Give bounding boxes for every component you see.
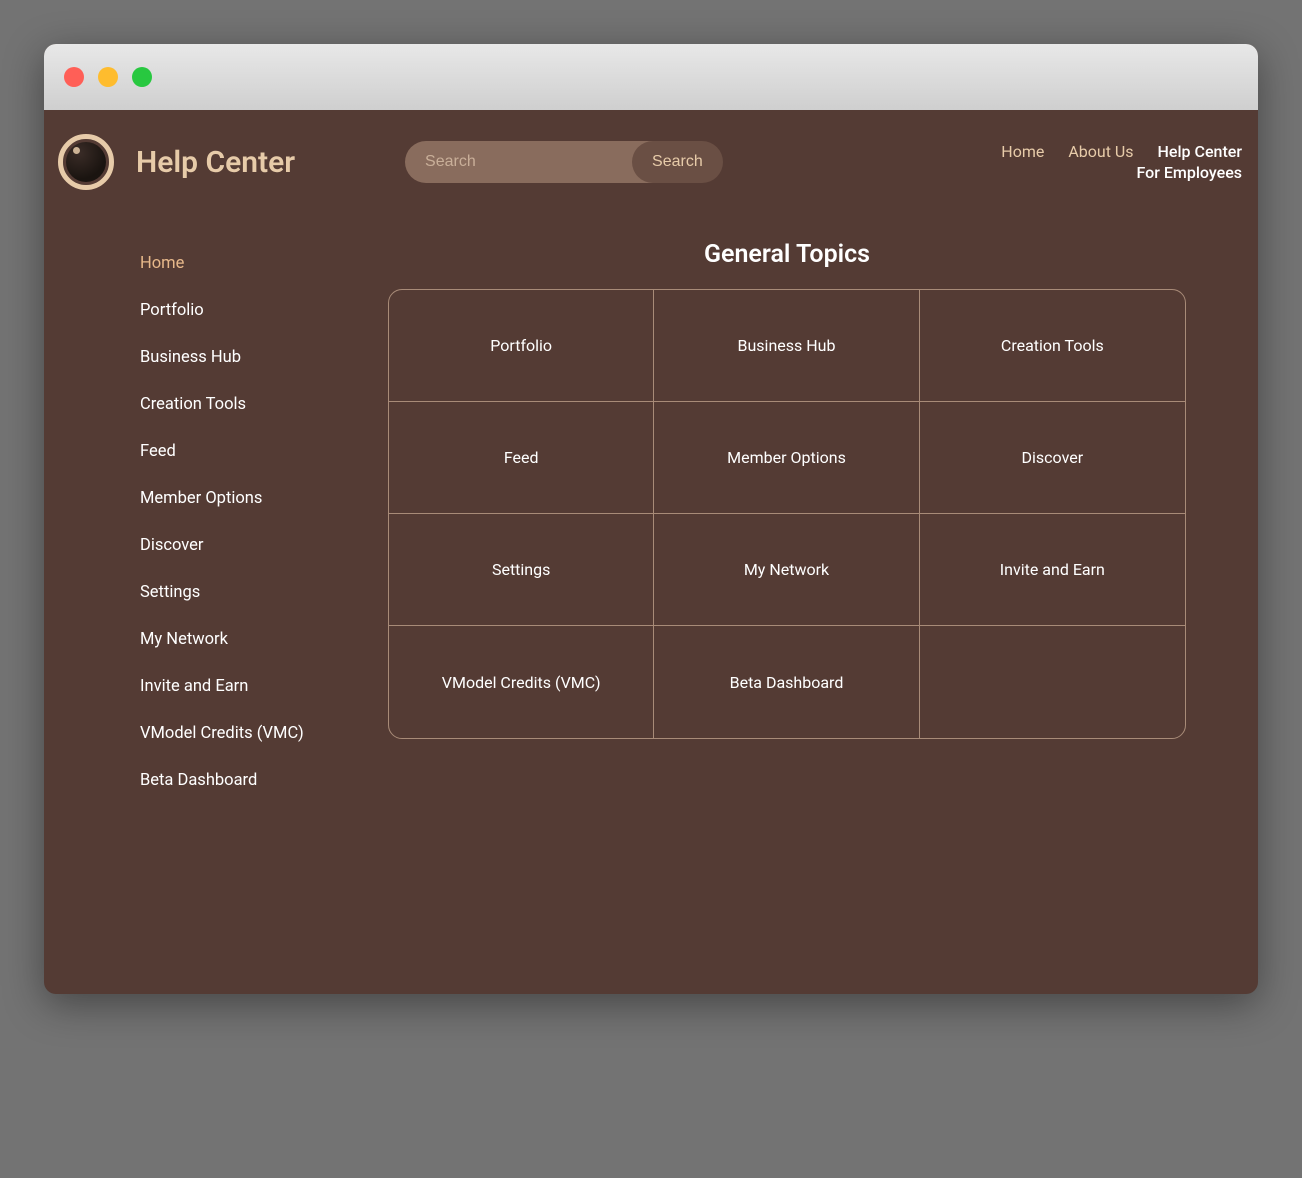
brand: Help Center (58, 134, 295, 190)
topic-tile-portfolio[interactable]: Portfolio (389, 290, 654, 402)
sidebar-item-creation-tools[interactable]: Creation Tools (140, 381, 364, 428)
sidebar-item-member-options[interactable]: Member Options (140, 475, 364, 522)
sidebar-item-my-network[interactable]: My Network (140, 616, 364, 663)
main: General Topics Portfolio Business Hub Cr… (364, 240, 1246, 804)
section-title: General Topics (388, 240, 1186, 269)
sidebar-item-discover[interactable]: Discover (140, 522, 364, 569)
topic-tile-vmodel-credits[interactable]: VModel Credits (VMC) (389, 626, 654, 738)
topic-tile-beta-dashboard[interactable]: Beta Dashboard (654, 626, 919, 738)
sidebar-item-beta-dashboard[interactable]: Beta Dashboard (140, 757, 364, 804)
search-bar: Search (405, 141, 715, 183)
sidebar-item-portfolio[interactable]: Portfolio (140, 287, 364, 334)
search-input[interactable] (425, 141, 632, 183)
topics-grid: Portfolio Business Hub Creation Tools Fe… (388, 289, 1186, 739)
logo-icon (58, 134, 114, 190)
minimize-icon[interactable] (98, 67, 118, 87)
top-nav: Home About Us Help Center For Employees (1001, 142, 1246, 182)
topic-tile-creation-tools[interactable]: Creation Tools (920, 290, 1185, 402)
body: Home Portfolio Business Hub Creation Too… (44, 240, 1258, 804)
nav-about-us[interactable]: About Us (1068, 142, 1133, 161)
topic-tile-invite-and-earn[interactable]: Invite and Earn (920, 514, 1185, 626)
titlebar (44, 44, 1258, 110)
close-icon[interactable] (64, 67, 84, 87)
maximize-icon[interactable] (132, 67, 152, 87)
topic-tile-business-hub[interactable]: Business Hub (654, 290, 919, 402)
sidebar-item-settings[interactable]: Settings (140, 569, 364, 616)
sidebar-item-business-hub[interactable]: Business Hub (140, 334, 364, 381)
search-button[interactable]: Search (632, 141, 723, 183)
topic-tile-empty (920, 626, 1185, 738)
nav-home[interactable]: Home (1001, 142, 1044, 161)
topic-tile-settings[interactable]: Settings (389, 514, 654, 626)
topic-tile-my-network[interactable]: My Network (654, 514, 919, 626)
sidebar: Home Portfolio Business Hub Creation Too… (44, 240, 364, 804)
sidebar-item-feed[interactable]: Feed (140, 428, 364, 475)
topic-tile-member-options[interactable]: Member Options (654, 402, 919, 514)
sidebar-item-home[interactable]: Home (140, 240, 364, 287)
page-title: Help Center (136, 145, 295, 180)
app-window: Help Center Search Home About Us Help Ce… (44, 44, 1258, 994)
nav-for-employees[interactable]: For Employees (1137, 163, 1242, 182)
topic-tile-feed[interactable]: Feed (389, 402, 654, 514)
top-nav-row: Home About Us Help Center (1001, 142, 1242, 161)
sidebar-item-vmodel-credits[interactable]: VModel Credits (VMC) (140, 710, 364, 757)
nav-help-center[interactable]: Help Center (1158, 142, 1242, 161)
header: Help Center Search Home About Us Help Ce… (44, 134, 1258, 190)
window-controls (64, 67, 152, 87)
content-area: Help Center Search Home About Us Help Ce… (44, 110, 1258, 844)
topic-tile-discover[interactable]: Discover (920, 402, 1185, 514)
sidebar-item-invite-and-earn[interactable]: Invite and Earn (140, 663, 364, 710)
